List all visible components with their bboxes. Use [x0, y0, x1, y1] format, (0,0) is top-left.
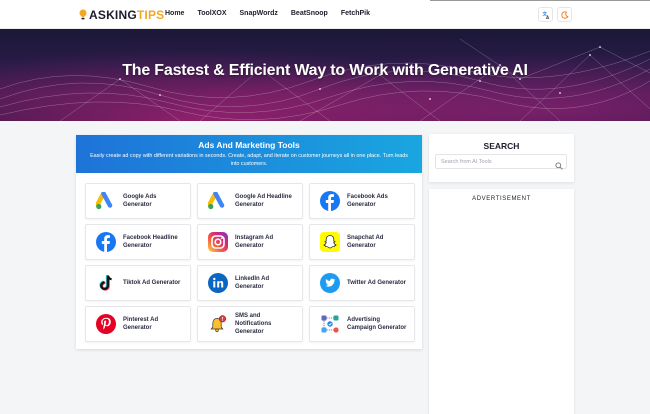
notification-bell-icon — [207, 314, 228, 335]
tool-label: Google Ads Generator — [123, 194, 157, 208]
tool-card-advertising-campaign[interactable]: Advertising Campaign Generator — [309, 306, 415, 342]
search-box — [435, 154, 567, 170]
tool-card-snapchat-ad[interactable]: Snapchat Ad Generator — [309, 224, 415, 260]
logo-text-main: ASKING — [89, 8, 137, 22]
tool-label: Facebook Headline Generator — [123, 235, 178, 249]
tool-label: LinkedIn Ad Generator — [235, 276, 270, 290]
search-widget: SEARCH — [429, 134, 574, 182]
section-description: Easily create ad copy with different var… — [90, 153, 408, 167]
top-navbar: ASKINGTIPS Home ToolXOX SnapWordz BeatSn… — [0, 0, 650, 29]
tool-label: Twitter Ad Generator — [347, 280, 407, 286]
theme-toggle-button[interactable] — [557, 7, 572, 22]
tool-label: Advertising Campaign Generator — [347, 317, 407, 331]
moon-icon — [560, 10, 568, 19]
pinterest-icon — [95, 314, 116, 335]
tool-card-facebook-headline[interactable]: Facebook Headline Generator — [85, 224, 191, 260]
tool-label: Pinterest Ad Generator — [123, 317, 159, 331]
linkedin-icon — [207, 273, 228, 294]
search-icon[interactable] — [555, 157, 563, 175]
facebook-icon — [319, 191, 340, 212]
tool-card-twitter-ad[interactable]: Twitter Ad Generator — [309, 265, 415, 301]
google-ads-icon — [95, 191, 116, 212]
instagram-icon — [207, 232, 228, 253]
search-title: SEARCH — [483, 141, 520, 151]
tools-header: Ads And Marketing Tools Easily create ad… — [76, 135, 422, 173]
tool-label: Snapchat Ad Generator — [347, 235, 384, 249]
tool-card-facebook-ads[interactable]: Facebook Ads Generator — [309, 183, 415, 219]
tool-card-pinterest-ad[interactable]: Pinterest Ad Generator — [85, 306, 191, 342]
logo-text-accent: TIPS — [136, 8, 165, 22]
advertisement-label: ADVERTISEMENT — [472, 196, 531, 202]
twitter-icon — [319, 273, 340, 294]
tool-card-sms-notifications[interactable]: SMS and Notifications Generator — [197, 306, 303, 342]
tool-card-instagram-ad[interactable]: Instagram Ad Generator — [197, 224, 303, 260]
translate-icon: 文 A — [542, 11, 550, 19]
nav-link-snapwordz[interactable]: SnapWordz — [240, 10, 278, 17]
nav-link-fetchpik[interactable]: FetchPik — [341, 10, 370, 17]
facebook-icon — [95, 232, 116, 253]
search-input[interactable] — [436, 155, 554, 168]
tool-label: Google Ad Headline Generator — [235, 194, 292, 208]
campaign-icon — [319, 314, 340, 335]
nav-link-toolxox[interactable]: ToolXOX — [197, 10, 226, 17]
hero-banner: The Fastest & Efficient Way to Work with… — [0, 29, 650, 121]
top-divider — [430, 0, 650, 1]
translate-button[interactable]: 文 A — [538, 7, 553, 22]
tool-label: SMS and Notifications Generator — [235, 313, 272, 335]
advertisement-widget: ADVERTISEMENT — [429, 189, 574, 414]
tool-label: Facebook Ads Generator — [347, 194, 388, 208]
main-nav: Home ToolXOX SnapWordz BeatSnoop FetchPi… — [165, 10, 370, 17]
tool-card-tiktok-ad[interactable]: Tiktok Ad Generator — [85, 265, 191, 301]
nav-link-beatsnoop[interactable]: BeatSnoop — [291, 10, 328, 17]
logo-text: ASKINGTIPS — [89, 8, 164, 22]
tool-label: Tiktok Ad Generator — [123, 280, 181, 286]
hero-title: The Fastest & Efficient Way to Work with… — [122, 62, 528, 79]
google-ads-icon — [207, 191, 228, 212]
tool-label: Instagram Ad Generator — [235, 235, 274, 249]
snapchat-icon — [319, 232, 340, 253]
site-logo[interactable]: ASKINGTIPS — [79, 8, 164, 22]
section-title: Ads And Marketing Tools — [198, 140, 300, 150]
tools-card: Ads And Marketing Tools Easily create ad… — [76, 135, 422, 349]
svg-text:A: A — [546, 14, 550, 18]
nav-link-home[interactable]: Home — [165, 10, 184, 17]
tool-card-google-ads[interactable]: Google Ads Generator — [85, 183, 191, 219]
tool-card-google-ad-headline[interactable]: Google Ad Headline Generator — [197, 183, 303, 219]
tools-grid: Google Ads Generator Google Ad Headline … — [85, 183, 415, 342]
lightbulb-icon — [79, 9, 87, 21]
tool-card-linkedin-ad[interactable]: LinkedIn Ad Generator — [197, 265, 303, 301]
tiktok-icon — [95, 273, 116, 294]
